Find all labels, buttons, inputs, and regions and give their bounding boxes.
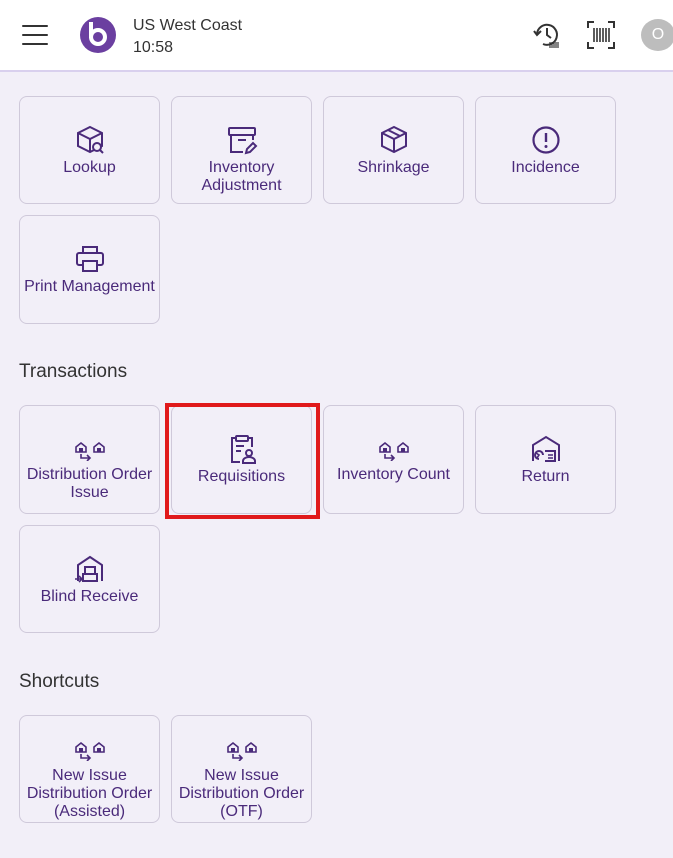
box-search-icon bbox=[76, 125, 104, 154]
barcode-scan-icon[interactable] bbox=[586, 20, 616, 50]
section-title-shortcuts: Shortcuts bbox=[19, 671, 100, 692]
tile-label: Inventory Count bbox=[337, 466, 450, 483]
app-header: US West Coast 10:58 O bbox=[0, 0, 673, 72]
location-name: US West Coast bbox=[133, 17, 243, 34]
tile-label: Distribution Order Issue bbox=[26, 466, 153, 501]
location-block: US West Coast 10:58 bbox=[133, 15, 242, 59]
warehouse-transfer-icon bbox=[378, 441, 409, 461]
tile-requisitions[interactable]: Requisitions bbox=[171, 405, 312, 514]
warehouse-receive-icon bbox=[74, 555, 103, 583]
tile-inventory-count[interactable]: Inventory Count bbox=[323, 405, 464, 514]
tile-label: Print Management bbox=[24, 278, 155, 295]
tile-label: Incidence bbox=[511, 159, 580, 176]
tile-label: New Issue Distribution Order (OTF) bbox=[178, 767, 305, 820]
printer-icon bbox=[75, 246, 104, 272]
tile-label: New Issue Distribution Order (Assisted) bbox=[26, 767, 153, 820]
tile-print-management[interactable]: Print Management bbox=[19, 215, 160, 324]
alert-circle-icon bbox=[531, 126, 560, 154]
tile-label: Blind Receive bbox=[40, 588, 139, 605]
box-icon bbox=[380, 125, 407, 154]
tile-incidence[interactable]: Incidence bbox=[475, 96, 616, 204]
warehouse-transfer-icon bbox=[74, 441, 105, 461]
history-icon[interactable] bbox=[532, 20, 562, 50]
tile-new-issue-do-otf[interactable]: New Issue Distribution Order (OTF) bbox=[171, 715, 312, 823]
tile-shrinkage[interactable]: Shrinkage bbox=[323, 96, 464, 204]
warehouse-return-icon bbox=[531, 435, 560, 462]
tile-label: Requisitions bbox=[197, 468, 286, 485]
tile-label: Return bbox=[521, 468, 570, 485]
tile-new-issue-do-assisted[interactable]: New Issue Distribution Order (Assisted) bbox=[19, 715, 160, 823]
warehouse-transfer-icon bbox=[74, 741, 105, 761]
avatar[interactable]: O bbox=[641, 19, 673, 51]
clock-time: 10:58 bbox=[133, 39, 174, 56]
tile-inventory-adjustment[interactable]: Inventory Adjustment bbox=[171, 96, 312, 204]
section-title-transactions: Transactions bbox=[19, 361, 128, 382]
logo-icon bbox=[80, 17, 116, 53]
tile-lookup[interactable]: Lookup bbox=[19, 96, 160, 204]
tile-return[interactable]: Return bbox=[475, 405, 616, 514]
warehouse-transfer-icon bbox=[226, 741, 257, 761]
tile-distribution-order-issue[interactable]: Distribution Order Issue bbox=[19, 405, 160, 514]
tile-label: Inventory Adjustment bbox=[201, 159, 282, 194]
tile-label: Shrinkage bbox=[357, 159, 430, 176]
tile-blind-receive[interactable]: Blind Receive bbox=[19, 525, 160, 633]
archive-edit-icon bbox=[227, 127, 257, 155]
menu-icon[interactable] bbox=[22, 25, 48, 45]
tile-label: Lookup bbox=[63, 159, 116, 176]
clipboard-user-icon bbox=[230, 435, 256, 464]
